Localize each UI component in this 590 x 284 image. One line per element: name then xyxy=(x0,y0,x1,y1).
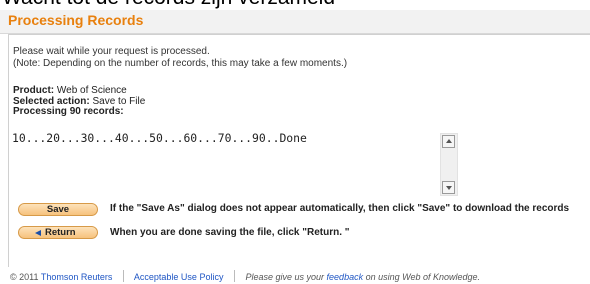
caption-text: Wacht tot de records zijn verzameld xyxy=(0,0,590,10)
feedback-suffix: on using Web of Knowledge. xyxy=(365,272,481,282)
status-message: Please wait while your request is proces… xyxy=(13,46,347,70)
page-footer: © 2011 Thomson Reuters Acceptable Use Po… xyxy=(10,270,480,282)
progress-log: 10...20...30...40...50...60...70...90..D… xyxy=(12,131,307,145)
product-value: Web of Science xyxy=(56,85,127,96)
scroll-down-icon[interactable] xyxy=(442,181,455,194)
return-button-label: Return xyxy=(45,227,76,238)
save-button[interactable]: Save xyxy=(18,203,98,216)
record-meta: Product: Web of Science Selected action:… xyxy=(13,85,146,118)
status-line-2: (Note: Depending on the number of record… xyxy=(13,58,348,69)
feedback-link[interactable]: feedback xyxy=(327,272,364,282)
progress-scrollbar[interactable] xyxy=(440,133,458,196)
footer-divider xyxy=(233,270,235,282)
copyright-text: © 2011 xyxy=(10,272,39,282)
feedback-prefix: Please give us your xyxy=(245,272,325,282)
action-label: Selected action: xyxy=(13,95,90,107)
status-line-1: Please wait while your request is proces… xyxy=(13,46,210,57)
save-hint: If the "Save As" dialog does not appear … xyxy=(110,203,570,214)
company-link[interactable]: Thomson Reuters xyxy=(41,272,113,282)
page-title: Processing Records xyxy=(8,12,144,28)
return-hint: When you are done saving the file, click… xyxy=(110,227,350,238)
footer-divider xyxy=(122,270,124,282)
page-header: Processing Records xyxy=(0,10,590,34)
processing-row: Processing 90 records: xyxy=(13,106,145,118)
return-button[interactable]: Return xyxy=(18,226,98,239)
scroll-up-icon[interactable] xyxy=(442,135,455,148)
processing-label: Processing 90 records: xyxy=(13,106,124,117)
action-value: Save to File xyxy=(92,95,146,107)
left-arrow-icon xyxy=(35,230,41,236)
policy-link[interactable]: Acceptable Use Policy xyxy=(134,272,224,282)
product-label: Product: xyxy=(13,85,55,96)
